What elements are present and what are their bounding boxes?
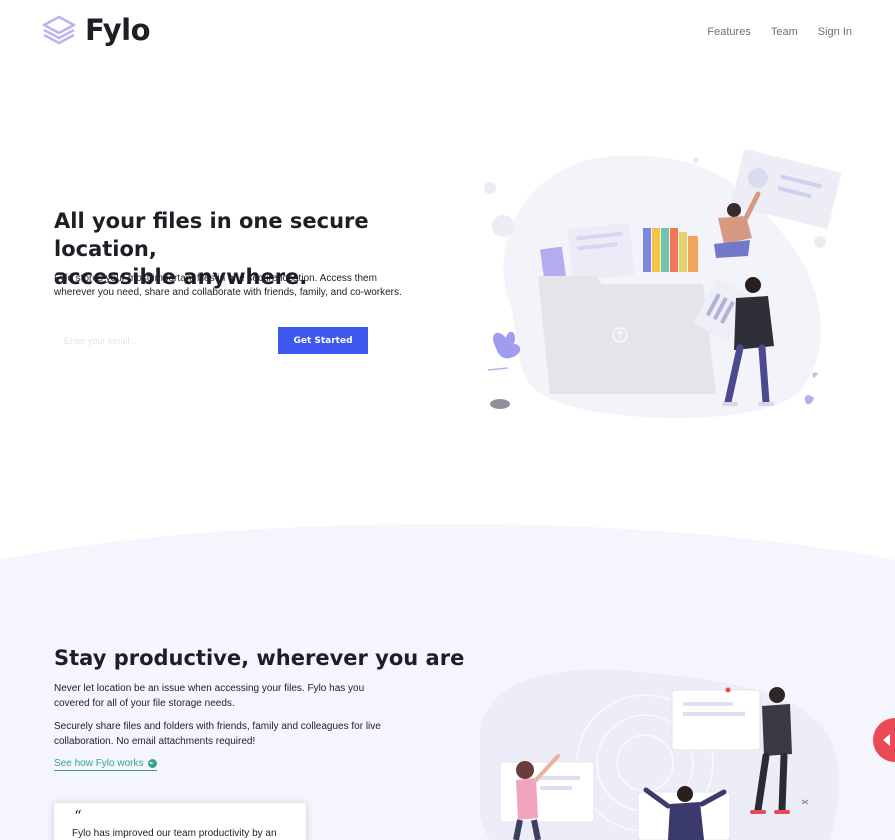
site-header: Fylo Features Team Sign In bbox=[0, 0, 895, 62]
see-how-fylo-works-link[interactable]: See how Fylo works bbox=[54, 758, 158, 771]
nav-link-features[interactable]: Features bbox=[707, 26, 750, 38]
nav-link-team[interactable]: Team bbox=[771, 26, 798, 38]
hero-description: Fylo stores your most important files in… bbox=[54, 273, 402, 298]
productive-illustration bbox=[480, 669, 839, 840]
productive-title: Stay productive, wherever you are bbox=[54, 646, 465, 670]
logo[interactable]: Fylo bbox=[41, 13, 151, 47]
testimonial-text: Fylo has improved our team productivity … bbox=[72, 828, 277, 839]
email-input[interactable] bbox=[54, 327, 272, 354]
quote-mark: “ bbox=[74, 807, 82, 825]
main-nav: Features Team Sign In bbox=[707, 26, 852, 38]
stacked-layers-icon bbox=[42, 15, 76, 45]
nav-link-sign-in[interactable]: Sign In bbox=[818, 26, 852, 38]
testimonial-card: “ Fylo has improved our team productivit… bbox=[54, 803, 306, 840]
arrow-circle-right-icon bbox=[148, 759, 158, 768]
brand-name: Fylo bbox=[85, 13, 151, 47]
caret-left-icon bbox=[883, 734, 890, 746]
productive-paragraph-1: Never let location be an issue when acce… bbox=[54, 683, 365, 709]
hero-title-line-1: All your files in one secure location, bbox=[54, 209, 369, 261]
hero-illustration bbox=[484, 149, 842, 418]
get-started-button[interactable]: Get Started bbox=[278, 327, 368, 354]
productive-paragraph-2: Securely share files and folders with fr… bbox=[54, 721, 381, 747]
see-how-link-label: See how Fylo works bbox=[54, 758, 144, 769]
